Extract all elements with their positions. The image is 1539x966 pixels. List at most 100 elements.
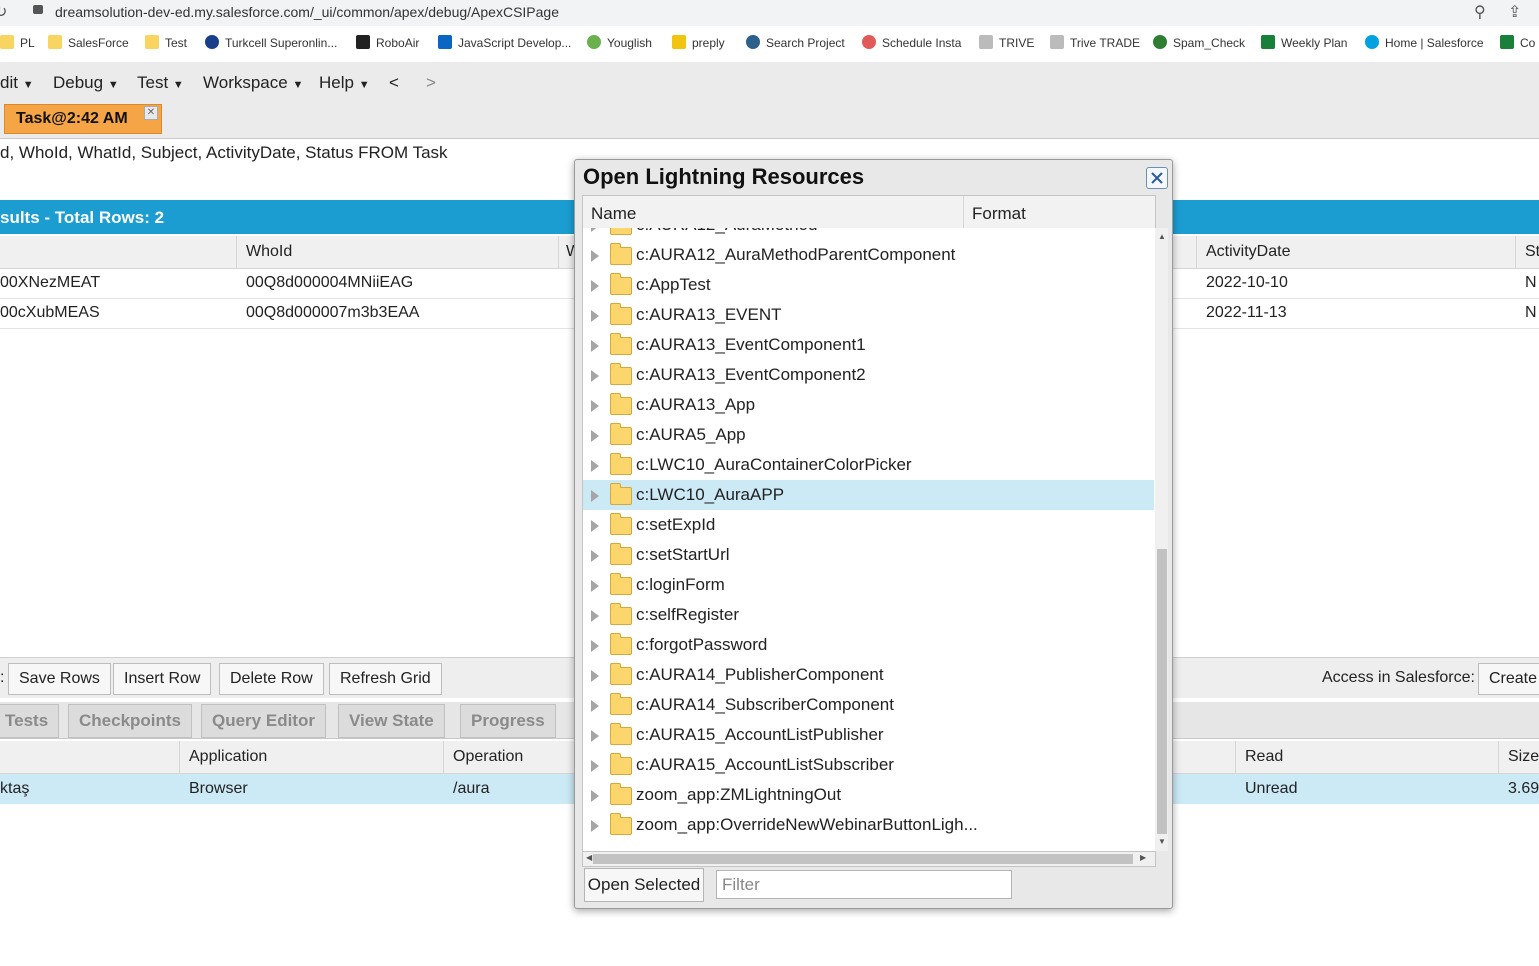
bookmark-javascript[interactable]: JavaScript Develop...	[438, 35, 571, 50]
bookmark-spam-check[interactable]: Spam_Check	[1153, 35, 1245, 50]
back-button[interactable]: <	[389, 73, 399, 93]
tab-checkpoints[interactable]: Checkpoints	[68, 704, 193, 738]
create-button[interactable]: Create	[1478, 663, 1539, 695]
bookmark-trive[interactable]: TRIVE	[979, 35, 1034, 50]
cell-whoid[interactable]: 00Q8d000007m3b3EAA	[246, 304, 419, 322]
column-header-application[interactable]: Application	[189, 748, 267, 766]
cell-id[interactable]: 00XNezMEAT	[0, 274, 100, 292]
expand-arrow-icon[interactable]	[591, 700, 599, 712]
expand-arrow-icon[interactable]	[591, 640, 599, 652]
tree-item[interactable]: c:AURA12_AuraMethodParentComponent	[583, 240, 1154, 270]
expand-arrow-icon[interactable]	[591, 820, 599, 832]
url-text[interactable]: dreamsolution-dev-ed.my.salesforce.com/_…	[55, 4, 559, 20]
tree-item[interactable]: c:selfRegister	[583, 600, 1154, 630]
column-header-whoid[interactable]: WhoId	[246, 243, 292, 261]
bookmark-search-project[interactable]: Search Project	[746, 35, 845, 50]
expand-arrow-icon[interactable]	[591, 520, 599, 532]
scroll-right-icon[interactable]: ▶	[1140, 853, 1146, 862]
tree-item[interactable]: c:AURA14_PublisherComponent	[583, 660, 1154, 690]
cell-operation[interactable]: /aura	[453, 780, 489, 798]
bookmark-trive-trade[interactable]: Trive TRADE	[1050, 35, 1140, 50]
expand-arrow-icon[interactable]	[591, 310, 599, 322]
delete-row-button[interactable]: Delete Row	[219, 663, 324, 695]
forward-button[interactable]: >	[426, 73, 436, 93]
reload-icon[interactable]: ↻	[0, 2, 7, 22]
menu-workspace[interactable]: Workspace ▼	[203, 73, 303, 93]
open-selected-button[interactable]: Open Selected	[584, 868, 704, 902]
close-icon[interactable]	[1146, 167, 1168, 189]
expand-arrow-icon[interactable]	[591, 490, 599, 502]
menu-edit[interactable]: dit ▼	[0, 73, 34, 93]
scroll-left-icon[interactable]: ◀	[586, 853, 592, 862]
bookmark-test[interactable]: Test	[145, 35, 187, 50]
bookmark-pl[interactable]: PL	[0, 35, 35, 50]
tree-item[interactable]: c:AURA13_App	[583, 390, 1154, 420]
tree-item[interactable]: c:setStartUrl	[583, 540, 1154, 570]
bookmark-turkcell[interactable]: Turkcell Superonlin...	[205, 35, 337, 50]
tab-view-state[interactable]: View State	[338, 704, 445, 738]
refresh-grid-button[interactable]: Refresh Grid	[329, 663, 442, 695]
expand-arrow-icon[interactable]	[591, 250, 599, 262]
tree-item[interactable]: c:AURA12_AuraMethod	[583, 228, 1154, 240]
menu-test[interactable]: Test ▼	[137, 73, 184, 93]
expand-arrow-icon[interactable]	[591, 460, 599, 472]
tree-item[interactable]: c:AURA13_EventComponent2	[583, 360, 1154, 390]
query-tab[interactable]: Task@2:42 AM ✕	[4, 104, 162, 134]
query-text[interactable]: d, WhoId, WhatId, Subject, ActivityDate,…	[0, 143, 448, 163]
menu-help[interactable]: Help ▼	[319, 73, 370, 93]
tree-item[interactable]: c:AURA5_App	[583, 420, 1154, 450]
expand-arrow-icon[interactable]	[591, 228, 599, 232]
column-header-status[interactable]: St	[1525, 243, 1539, 261]
expand-arrow-icon[interactable]	[591, 790, 599, 802]
bookmark-weekly-plan[interactable]: Weekly Plan	[1261, 35, 1347, 50]
tree-item[interactable]: c:forgotPassword	[583, 630, 1154, 660]
expand-arrow-icon[interactable]	[591, 370, 599, 382]
menu-debug[interactable]: Debug ▼	[53, 73, 119, 93]
tree-item[interactable]: zoom_app:ZMLightningOut	[583, 780, 1154, 810]
bookmark-schedule-insta[interactable]: Schedule Insta	[862, 35, 961, 50]
cell-size[interactable]: 3.69	[1508, 780, 1539, 798]
cell-activitydate[interactable]: 2022-11-13	[1206, 304, 1287, 322]
tab-query-editor[interactable]: Query Editor	[201, 704, 326, 738]
expand-arrow-icon[interactable]	[591, 430, 599, 442]
bookmark-home-salesforce[interactable]: Home | Salesforce	[1365, 35, 1484, 50]
column-header-size[interactable]: Size	[1508, 748, 1539, 766]
tree-item[interactable]: c:AURA15_AccountListSubscriber	[583, 750, 1154, 780]
cell-application[interactable]: Browser	[189, 780, 248, 798]
cell-status[interactable]: N	[1525, 274, 1537, 292]
filter-input[interactable]	[716, 870, 1012, 899]
expand-arrow-icon[interactable]	[591, 760, 599, 772]
cell-activitydate[interactable]: 2022-10-10	[1206, 274, 1288, 292]
bookmark-co[interactable]: Co	[1500, 35, 1535, 50]
save-rows-button[interactable]: Save Rows	[8, 663, 111, 695]
column-header-format[interactable]: Format	[972, 204, 1026, 224]
close-icon[interactable]: ✕	[144, 106, 158, 120]
scroll-up-icon[interactable]: ▲	[1158, 232, 1166, 241]
expand-arrow-icon[interactable]	[591, 610, 599, 622]
tree-item[interactable]: c:AURA13_EventComponent1	[583, 330, 1154, 360]
tree-item[interactable]: c:LWC10_AuraAPP	[583, 480, 1154, 510]
expand-arrow-icon[interactable]	[591, 550, 599, 562]
expand-arrow-icon[interactable]	[591, 400, 599, 412]
tree-item[interactable]: c:AURA13_EVENT	[583, 300, 1154, 330]
bookmark-roboair[interactable]: RoboAir	[356, 35, 419, 50]
tree-item[interactable]: c:AURA15_AccountListPublisher	[583, 720, 1154, 750]
column-header-read[interactable]: Read	[1245, 748, 1283, 766]
cell-status[interactable]: N	[1525, 304, 1537, 322]
cell-user[interactable]: ktaş	[0, 780, 29, 798]
expand-arrow-icon[interactable]	[591, 280, 599, 292]
vertical-scroll-thumb[interactable]	[1157, 549, 1167, 834]
bookmark-preply[interactable]: preply	[672, 35, 725, 50]
expand-arrow-icon[interactable]	[591, 580, 599, 592]
tree-item[interactable]: c:AURA14_SubscriberComponent	[583, 690, 1154, 720]
zoom-icon[interactable]: ⚲	[1474, 2, 1486, 22]
column-header-activitydate[interactable]: ActivityDate	[1206, 243, 1290, 261]
browser-url-bar[interactable]: ↻ dreamsolution-dev-ed.my.salesforce.com…	[0, 0, 1539, 26]
horizontal-scroll-thumb[interactable]	[593, 854, 1133, 864]
insert-row-button[interactable]: Insert Row	[113, 663, 212, 695]
tree-item[interactable]: c:AppTest	[583, 270, 1154, 300]
tree-item[interactable]: c:LWC10_AuraContainerColorPicker	[583, 450, 1154, 480]
expand-arrow-icon[interactable]	[591, 670, 599, 682]
scroll-down-icon[interactable]: ▼	[1158, 837, 1166, 846]
tree-item[interactable]: c:loginForm	[583, 570, 1154, 600]
